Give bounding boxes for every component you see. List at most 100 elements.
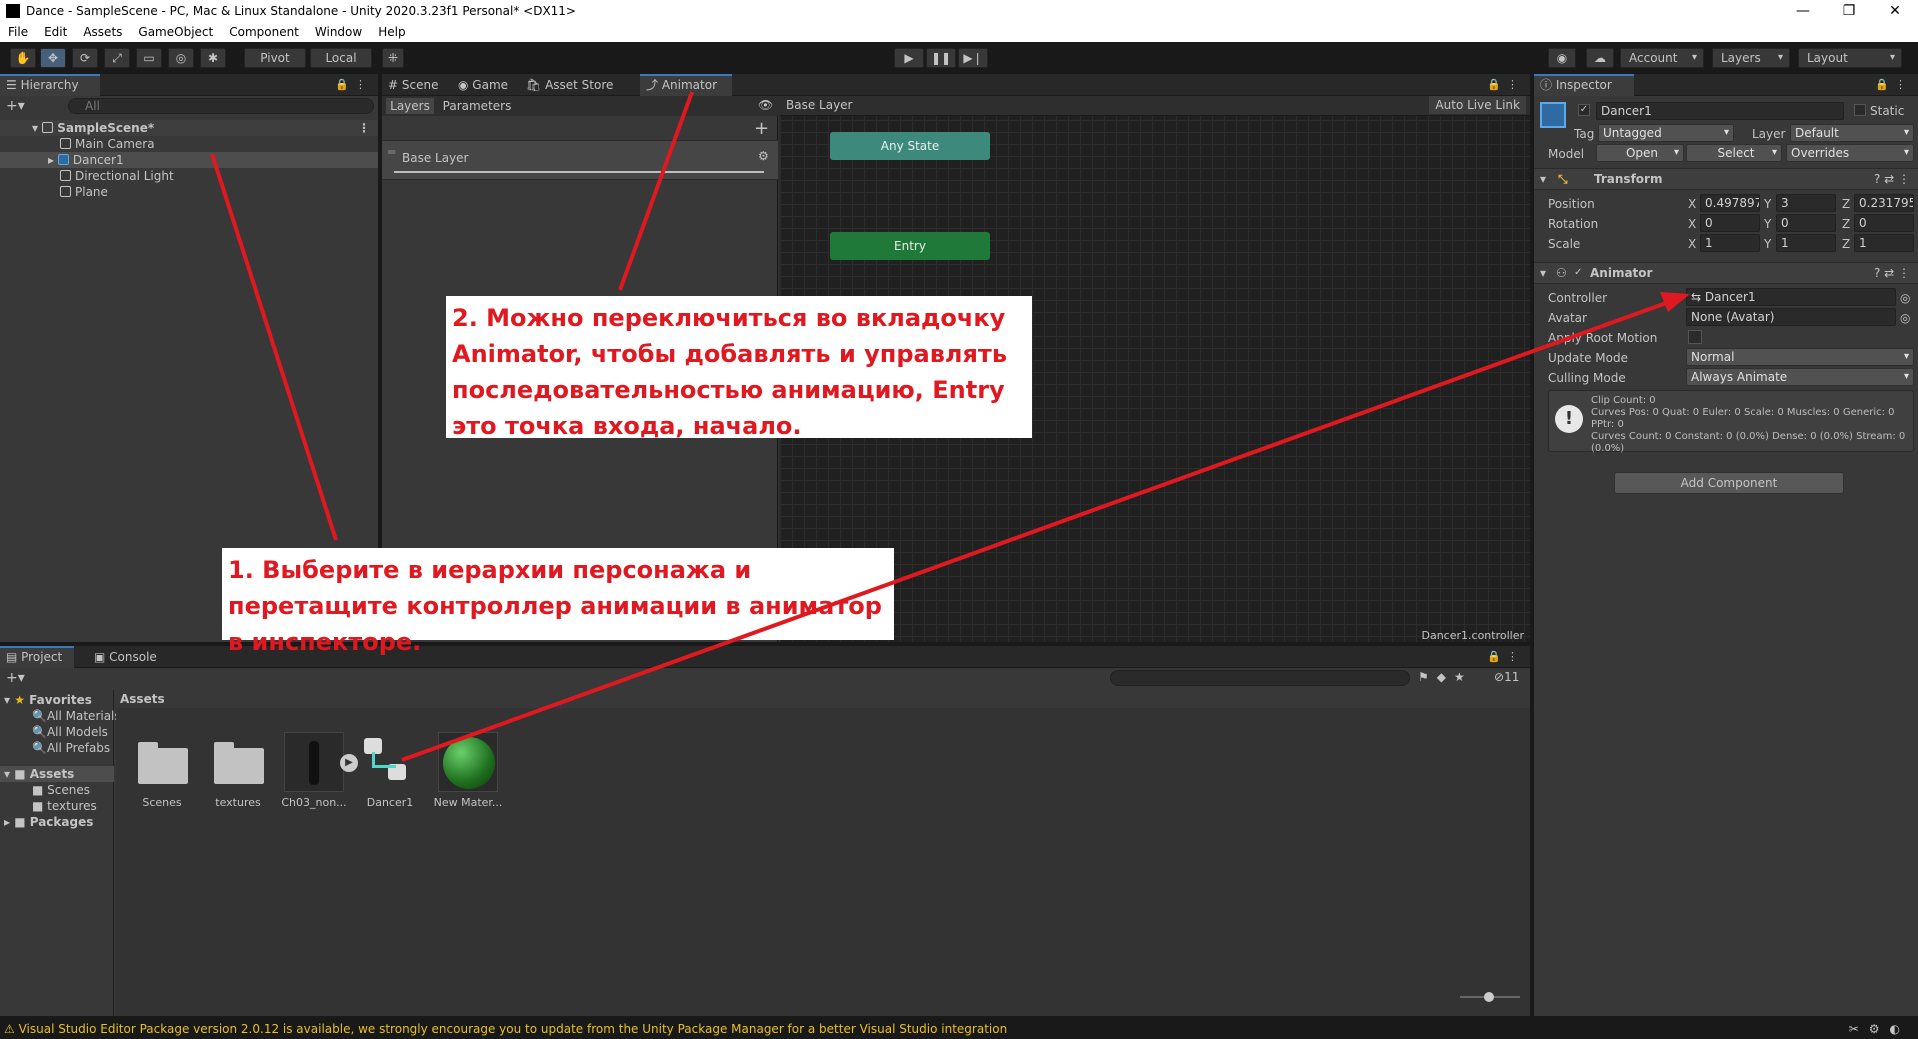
transform-header[interactable]: ▾ ⤡ Transform ? ⇄ ⋮ (1534, 168, 1918, 190)
step-button[interactable]: ▶❘ (958, 48, 988, 68)
tab-animator[interactable]: ⤴ Animator (640, 74, 732, 96)
apply-root-motion-checkbox[interactable] (1688, 330, 1702, 344)
maximize-button[interactable]: ❐ (1826, 0, 1872, 22)
create-icon[interactable]: +▾ (6, 670, 25, 686)
rotate-tool-icon[interactable]: ⟳ (72, 48, 98, 68)
rotation-y-field[interactable]: 0 (1776, 214, 1836, 232)
textures-folder-icon[interactable] (214, 742, 264, 784)
menu-component[interactable]: Component (221, 25, 307, 39)
model-open-button[interactable]: Open (1596, 144, 1684, 162)
hierarchy-item[interactable]: Directional Light (0, 168, 378, 184)
asset-folder-node[interactable]: ■ Scenes (32, 782, 90, 798)
overrides-dropdown[interactable]: Overrides (1786, 144, 1914, 162)
drag-handle-icon[interactable]: ═ (388, 145, 395, 159)
hierarchy-item-selected[interactable]: ▸ Dancer1 (0, 152, 378, 168)
object-picker-icon[interactable]: ◎ (1900, 290, 1910, 306)
account-dropdown[interactable]: Account (1620, 48, 1704, 68)
menu-help[interactable]: Help (370, 25, 413, 39)
cloud-icon[interactable]: ☁ (1586, 48, 1614, 68)
search-filter-icons[interactable]: ⚑◆★ (1418, 670, 1473, 684)
material-thumbnail[interactable] (438, 732, 498, 792)
controller-field[interactable]: ⇆ Dancer1 (1686, 288, 1896, 306)
foldout-arrow-icon[interactable]: ▾ (1540, 169, 1546, 189)
panel-menu-icon[interactable]: 🔒⋮ (1487, 650, 1524, 663)
menu-gameobject[interactable]: GameObject (130, 25, 221, 39)
favorite-item[interactable]: 🔍All Prefabs (32, 740, 110, 756)
menu-assets[interactable]: Assets (75, 25, 130, 39)
tab-game[interactable]: ◉ Game (452, 74, 518, 96)
any-state-node[interactable]: Any State (830, 132, 990, 160)
local-toggle[interactable]: Local (310, 48, 372, 68)
menu-window[interactable]: Window (307, 25, 370, 39)
auto-live-link-button[interactable]: Auto Live Link (1429, 96, 1526, 114)
foldout-arrow-icon[interactable]: ▾ (1540, 263, 1546, 283)
component-menu-icon[interactable]: ? ⇄ ⋮ (1874, 263, 1910, 283)
hierarchy-item[interactable]: Main Camera (0, 136, 378, 152)
panel-menu-icon[interactable]: 🔒⋮ (1487, 78, 1524, 91)
asset-breadcrumb[interactable]: Assets (116, 690, 1530, 708)
object-name-field[interactable]: Dancer1 (1596, 102, 1844, 120)
hierarchy-item[interactable]: Plane (0, 184, 378, 200)
tab-hierarchy[interactable]: ☰ Hierarchy (0, 74, 100, 96)
status-message[interactable]: Visual Studio Editor Package version 2.0… (19, 1022, 1008, 1036)
scenes-folder-icon[interactable] (138, 742, 188, 784)
update-mode-dropdown[interactable]: Normal (1686, 348, 1914, 366)
position-y-field[interactable]: 3 (1776, 194, 1836, 212)
animator-controller-icon[interactable] (362, 738, 412, 786)
pause-button[interactable]: ❚❚ (926, 48, 956, 68)
move-tool-icon[interactable]: ✥ (40, 48, 66, 68)
tab-inspector[interactable]: ⓘ Inspector (1534, 74, 1634, 96)
object-picker-icon[interactable]: ◎ (1900, 310, 1910, 326)
add-icon[interactable]: +▾ (6, 98, 25, 114)
panel-menu-icon[interactable]: 🔒⋮ (1875, 78, 1912, 91)
layer-settings-gear-icon[interactable]: ⚙ (758, 149, 769, 163)
hand-tool-icon[interactable]: ✋ (10, 48, 36, 68)
scene-row[interactable]: ▾ SampleScene* ⋮ (0, 120, 378, 136)
transform-tool-icon[interactable]: ◎ (168, 48, 194, 68)
graph-breadcrumb[interactable]: Base Layer (786, 98, 853, 112)
hierarchy-search-input[interactable]: All (68, 98, 374, 114)
add-component-button[interactable]: Add Component (1614, 472, 1844, 494)
model-thumbnail[interactable] (284, 732, 344, 792)
enabled-checkbox[interactable]: ✓ (1574, 263, 1582, 283)
favorite-item[interactable]: 🔍All Models (32, 724, 108, 740)
hidden-packages-icon[interactable]: ⊘11 (1494, 670, 1519, 684)
entry-node[interactable]: Entry (830, 232, 990, 260)
scale-tool-icon[interactable]: ⤢ (104, 48, 130, 68)
layer-dropdown[interactable]: Default (1790, 124, 1914, 142)
assets-node[interactable]: ▾ ■ Assets (0, 766, 114, 782)
menu-file[interactable]: File (0, 25, 36, 39)
component-menu-icon[interactable]: ? ⇄ ⋮ (1874, 169, 1910, 189)
layout-dropdown[interactable]: Layout (1798, 48, 1902, 68)
tab-project[interactable]: ▤ Project (0, 646, 74, 668)
collab-icon[interactable]: ◉ (1548, 48, 1576, 68)
layer-item[interactable]: ═ Base Layer ⚙ (382, 140, 778, 180)
culling-mode-dropdown[interactable]: Always Animate (1686, 368, 1914, 386)
scale-y-field[interactable]: 1 (1776, 234, 1836, 252)
static-label[interactable]: Static (1870, 103, 1904, 119)
play-button[interactable]: ▶ (894, 48, 924, 68)
favorite-item[interactable]: 🔍All Materials (32, 708, 121, 724)
rect-tool-icon[interactable]: ▭ (136, 48, 162, 68)
static-checkbox[interactable] (1854, 104, 1866, 116)
position-x-field[interactable]: 0.497897 (1700, 194, 1760, 212)
status-bar-icons[interactable]: ✂⚙◐ (1849, 1020, 1910, 1039)
favorites-node[interactable]: ▾ ★ Favorites (4, 692, 92, 708)
add-layer-icon[interactable]: + (754, 118, 769, 139)
tag-dropdown[interactable]: Untagged (1598, 124, 1734, 142)
custom-tool-icon[interactable]: ✱ (200, 48, 226, 68)
scene-menu-icon[interactable]: ⋮ (358, 120, 370, 136)
expand-play-icon[interactable]: ▶ (340, 754, 358, 772)
position-z-field[interactable]: 0.231795 (1854, 194, 1914, 212)
tab-console[interactable]: ▣ Console (88, 646, 168, 668)
scale-x-field[interactable]: 1 (1700, 234, 1760, 252)
menu-edit[interactable]: Edit (36, 25, 75, 39)
rotation-z-field[interactable]: 0 (1854, 214, 1914, 232)
animator-component-header[interactable]: ▾ ⚇ ✓ Animator ? ⇄ ⋮ (1534, 262, 1918, 284)
slider-handle[interactable] (1484, 992, 1494, 1002)
grid-snap-icon[interactable]: ⁜ (382, 48, 404, 68)
packages-node[interactable]: ▸ ■ Packages (4, 814, 93, 830)
project-search-input[interactable] (1110, 670, 1410, 686)
minimize-button[interactable]: — (1780, 0, 1826, 22)
avatar-field[interactable]: None (Avatar) (1686, 308, 1896, 326)
